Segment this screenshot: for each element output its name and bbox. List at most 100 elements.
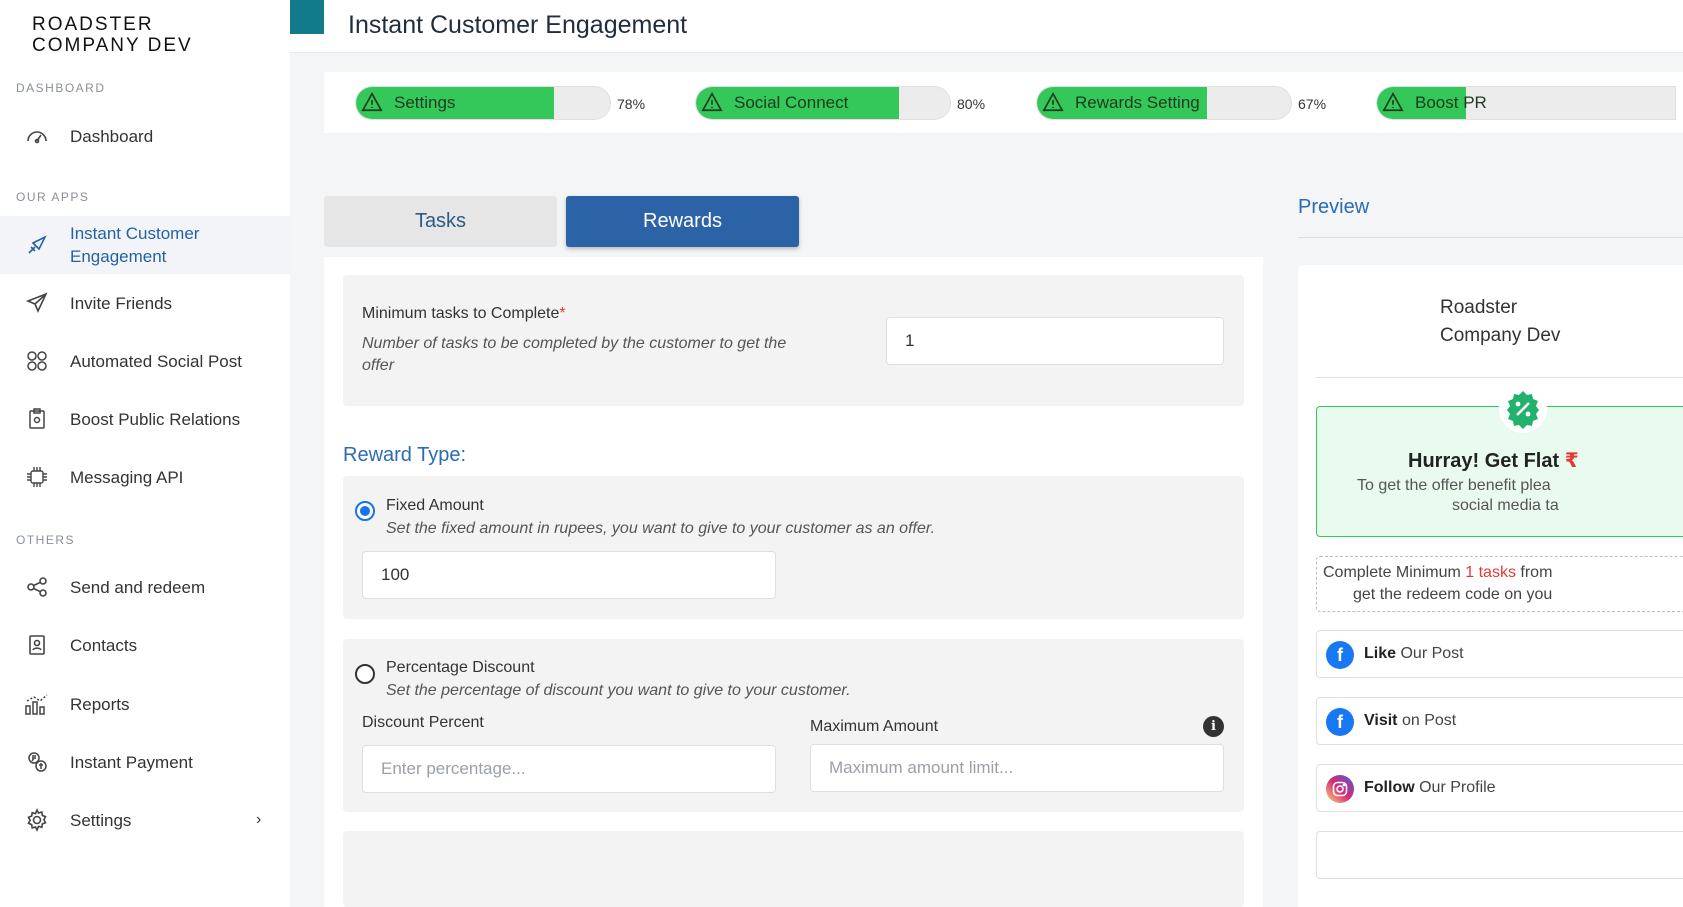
api-chip-icon <box>24 464 50 490</box>
min-tasks-hint: Number of tasks to be completed by the c… <box>362 335 787 374</box>
divider <box>1298 237 1683 238</box>
discount-percent-label: Discount Percent <box>362 714 484 731</box>
warning-icon <box>701 92 723 112</box>
tab-rewards[interactable]: Rewards <box>566 196 799 247</box>
task-row-next[interactable] <box>1316 831 1683 879</box>
preview-card: Roadster Company Dev Hurray! Get Flat ₹ … <box>1298 265 1683 907</box>
setup-progress-strip: Settings 78% Social Connect 80% Rewards … <box>324 72 1683 133</box>
facebook-icon: f <box>1326 708 1354 736</box>
sidebar-item-dashboard[interactable]: Dashboard <box>0 116 290 156</box>
preview-heading: Preview <box>1298 196 1370 218</box>
page-header: Instant Customer Engagement <box>290 0 1683 53</box>
minimum-tasks-note: Complete Minimum 1 tasks from get the re… <box>1316 556 1683 612</box>
progress-label: Settings <box>394 93 456 112</box>
sidebar-item-label: Invite Friends <box>70 293 173 313</box>
min-tasks-input[interactable]: 1 <box>886 317 1224 365</box>
sidebar-item-invite-friends[interactable]: Invite Friends <box>0 283 290 323</box>
discount-percent-input[interactable]: Enter percentage... <box>362 745 776 793</box>
percentage-discount-radio[interactable] <box>355 664 375 684</box>
sidebar-item-instant-customer-engagement[interactable]: Instant Customer Engagement <box>0 216 290 274</box>
progress-rewards-setting[interactable]: Rewards Setting 67% <box>1036 86 1366 120</box>
sidebar-item-label: Settings <box>70 810 132 830</box>
section-label-dashboard: DASHBOARD <box>16 81 106 95</box>
chevron-right-icon: › <box>256 811 262 828</box>
percentage-discount-hint: Set the percentage of discount you want … <box>386 682 851 699</box>
progress-percent: 80% <box>957 96 986 112</box>
required-mark: * <box>559 305 566 322</box>
progress-label: Rewards Setting <box>1075 93 1200 112</box>
rewards-form-card: Minimum tasks to Complete* Number of tas… <box>324 257 1263 907</box>
min-tasks-block: Minimum tasks to Complete* Number of tas… <box>343 275 1244 406</box>
contact-book-icon <box>24 632 50 658</box>
sidebar-item-contacts[interactable]: Contacts <box>0 625 290 665</box>
gauge-icon <box>24 123 50 149</box>
megaphone-icon <box>24 232 50 258</box>
gear-icon <box>24 807 50 833</box>
facebook-icon: f <box>1326 641 1354 669</box>
offer-title: Hurray! Get Flat ₹ <box>1408 450 1579 472</box>
fixed-amount-hint: Set the fixed amount in rupees, you want… <box>386 520 936 537</box>
min-tasks-label: Minimum tasks to Complete* <box>362 305 566 322</box>
progress-label: Boost PR <box>1415 93 1487 112</box>
discount-badge-icon <box>1499 385 1547 433</box>
divider <box>1316 377 1683 378</box>
progress-percent: 78% <box>617 96 646 112</box>
sidebar-item-label: Instant Customer Engagement <box>70 224 200 266</box>
percentage-discount-label: Percentage Discount <box>386 659 535 676</box>
payment-icon <box>24 749 50 775</box>
sidebar-item-label: Dashboard <box>70 126 154 146</box>
sidebar-item-label: Automated Social Post <box>70 351 242 371</box>
info-icon[interactable]: i <box>1203 716 1224 737</box>
sidebar-item-label: Contacts <box>70 635 138 655</box>
progress-percent: 67% <box>1298 96 1327 112</box>
reward-type-heading: Reward Type: <box>343 444 467 466</box>
sidebar-item-label: Instant Payment <box>70 752 193 772</box>
sidebar-item-instant-payment[interactable]: Instant Payment <box>0 742 290 782</box>
sidebar: ROADSTER COMPANY DEV DASHBOARD Dashboard… <box>0 0 290 907</box>
preview-company-name: Roadster Company Dev <box>1440 297 1561 346</box>
sidebar-item-settings[interactable]: Settings › <box>0 800 290 840</box>
sidebar-item-label: Send and redeem <box>70 577 206 597</box>
instagram-icon <box>1326 775 1354 803</box>
sidebar-item-send-and-redeem[interactable]: Send and redeem <box>0 567 290 607</box>
percentage-discount-block: Percentage Discount Set the percentage o… <box>343 639 1244 812</box>
progress-social-connect[interactable]: Social Connect 80% <box>695 86 1025 120</box>
section-label-others: OTHERS <box>16 533 76 547</box>
sidebar-item-reports[interactable]: Reports <box>0 684 290 724</box>
sidebar-item-automated-social-post[interactable]: Automated Social Post <box>0 341 290 381</box>
warning-icon <box>361 92 383 112</box>
next-option-block <box>343 831 1244 907</box>
progress-label: Social Connect <box>734 93 849 112</box>
fixed-amount-radio[interactable] <box>355 501 375 521</box>
fixed-amount-label: Fixed Amount <box>386 497 484 514</box>
page-title: Instant Customer Engagement <box>348 11 688 39</box>
fixed-amount-block: Fixed Amount Set the fixed amount in rup… <box>343 476 1244 619</box>
fixed-amount-input[interactable]: 100 <box>362 551 776 599</box>
warning-icon <box>1042 92 1064 112</box>
task-visit-post[interactable]: f Visit on Post <box>1316 697 1683 745</box>
brand-logo-text: ROADSTER COMPANY DEV <box>32 14 193 56</box>
progress-boost-pr[interactable]: Boost PR <box>1376 86 1676 120</box>
tab-tasks[interactable]: Tasks <box>324 196 557 247</box>
header-accent <box>290 0 324 34</box>
share-icon <box>24 574 50 600</box>
sidebar-item-label: Boost Public Relations <box>70 409 241 429</box>
task-follow-profile[interactable]: Follow Our Profile <box>1316 764 1683 812</box>
warning-icon <box>1382 92 1404 112</box>
offer-description: To get the offer benefit plea <box>1357 477 1551 494</box>
sidebar-item-label: Messaging API <box>70 467 184 487</box>
offer-description-2: social media ta <box>1452 497 1559 514</box>
clipboard-icon <box>24 406 50 432</box>
maximum-amount-label: Maximum Amount <box>810 718 939 735</box>
paper-plane-icon <box>24 290 50 316</box>
maximum-amount-input[interactable]: Maximum amount limit... <box>810 744 1224 792</box>
progress-settings[interactable]: Settings 78% <box>355 86 685 120</box>
social-grid-icon <box>24 348 50 374</box>
sidebar-item-messaging-api[interactable]: Messaging API <box>0 457 290 497</box>
offer-banner: Hurray! Get Flat ₹ To get the offer bene… <box>1316 385 1683 537</box>
sidebar-item-boost-public-relations[interactable]: Boost Public Relations <box>0 399 290 439</box>
sidebar-item-label: Reports <box>70 694 130 714</box>
task-like-post[interactable]: f Like Our Post <box>1316 630 1683 678</box>
bar-chart-icon <box>24 691 50 717</box>
section-label-apps: OUR APPS <box>16 190 90 204</box>
